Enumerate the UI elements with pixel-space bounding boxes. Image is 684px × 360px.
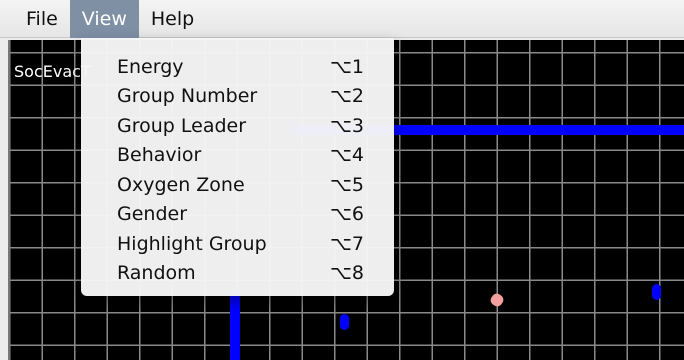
shortcut-label: ⌥7 xyxy=(330,232,364,255)
menu-item-label: Group Number xyxy=(117,85,258,108)
wall-vertical xyxy=(230,290,240,360)
shortcut-label: ⌥6 xyxy=(330,203,364,226)
menu-item-label: Random xyxy=(117,262,196,285)
agent-blue-2 xyxy=(652,284,661,300)
menu-help[interactable]: Help xyxy=(139,0,206,38)
agent-blue-1 xyxy=(340,314,349,330)
menu-item-label: Group Leader xyxy=(117,114,247,137)
simulation-title: SocEvacT xyxy=(14,62,91,81)
menu-item-behavior[interactable]: Behavior ⌥4 xyxy=(81,141,394,171)
view-dropdown-menu: Energy ⌥1 Group Number ⌥2 Group Leader ⌥… xyxy=(81,38,394,296)
shortcut-label: ⌥5 xyxy=(330,173,364,196)
menu-view[interactable]: View xyxy=(69,0,139,38)
menu-item-group-leader[interactable]: Group Leader ⌥3 xyxy=(81,111,394,141)
menu-bar: File View Help xyxy=(0,0,684,38)
menu-item-label: Behavior xyxy=(117,144,202,167)
menu-item-label: Gender xyxy=(117,203,188,226)
menu-item-energy[interactable]: Energy ⌥1 xyxy=(81,52,394,82)
agent-pink-1 xyxy=(488,291,506,309)
shortcut-label: ⌥4 xyxy=(330,144,364,167)
menu-item-oxygen-zone[interactable]: Oxygen Zone ⌥5 xyxy=(81,170,394,200)
menu-file[interactable]: File xyxy=(14,0,70,38)
shortcut-label: ⌥3 xyxy=(330,114,364,137)
menu-item-group-number[interactable]: Group Number ⌥2 xyxy=(81,82,394,112)
menu-item-random[interactable]: Random ⌥8 xyxy=(81,259,394,289)
menu-item-label: Energy xyxy=(117,55,184,78)
menu-item-gender[interactable]: Gender ⌥6 xyxy=(81,200,394,230)
menu-item-label: Oxygen Zone xyxy=(117,173,245,196)
menu-item-label: Highlight Group xyxy=(117,232,267,255)
shortcut-label: ⌥8 xyxy=(330,262,364,285)
menu-item-highlight-group[interactable]: Highlight Group ⌥7 xyxy=(81,229,394,259)
shortcut-label: ⌥2 xyxy=(330,85,364,108)
shortcut-label: ⌥1 xyxy=(330,55,364,78)
